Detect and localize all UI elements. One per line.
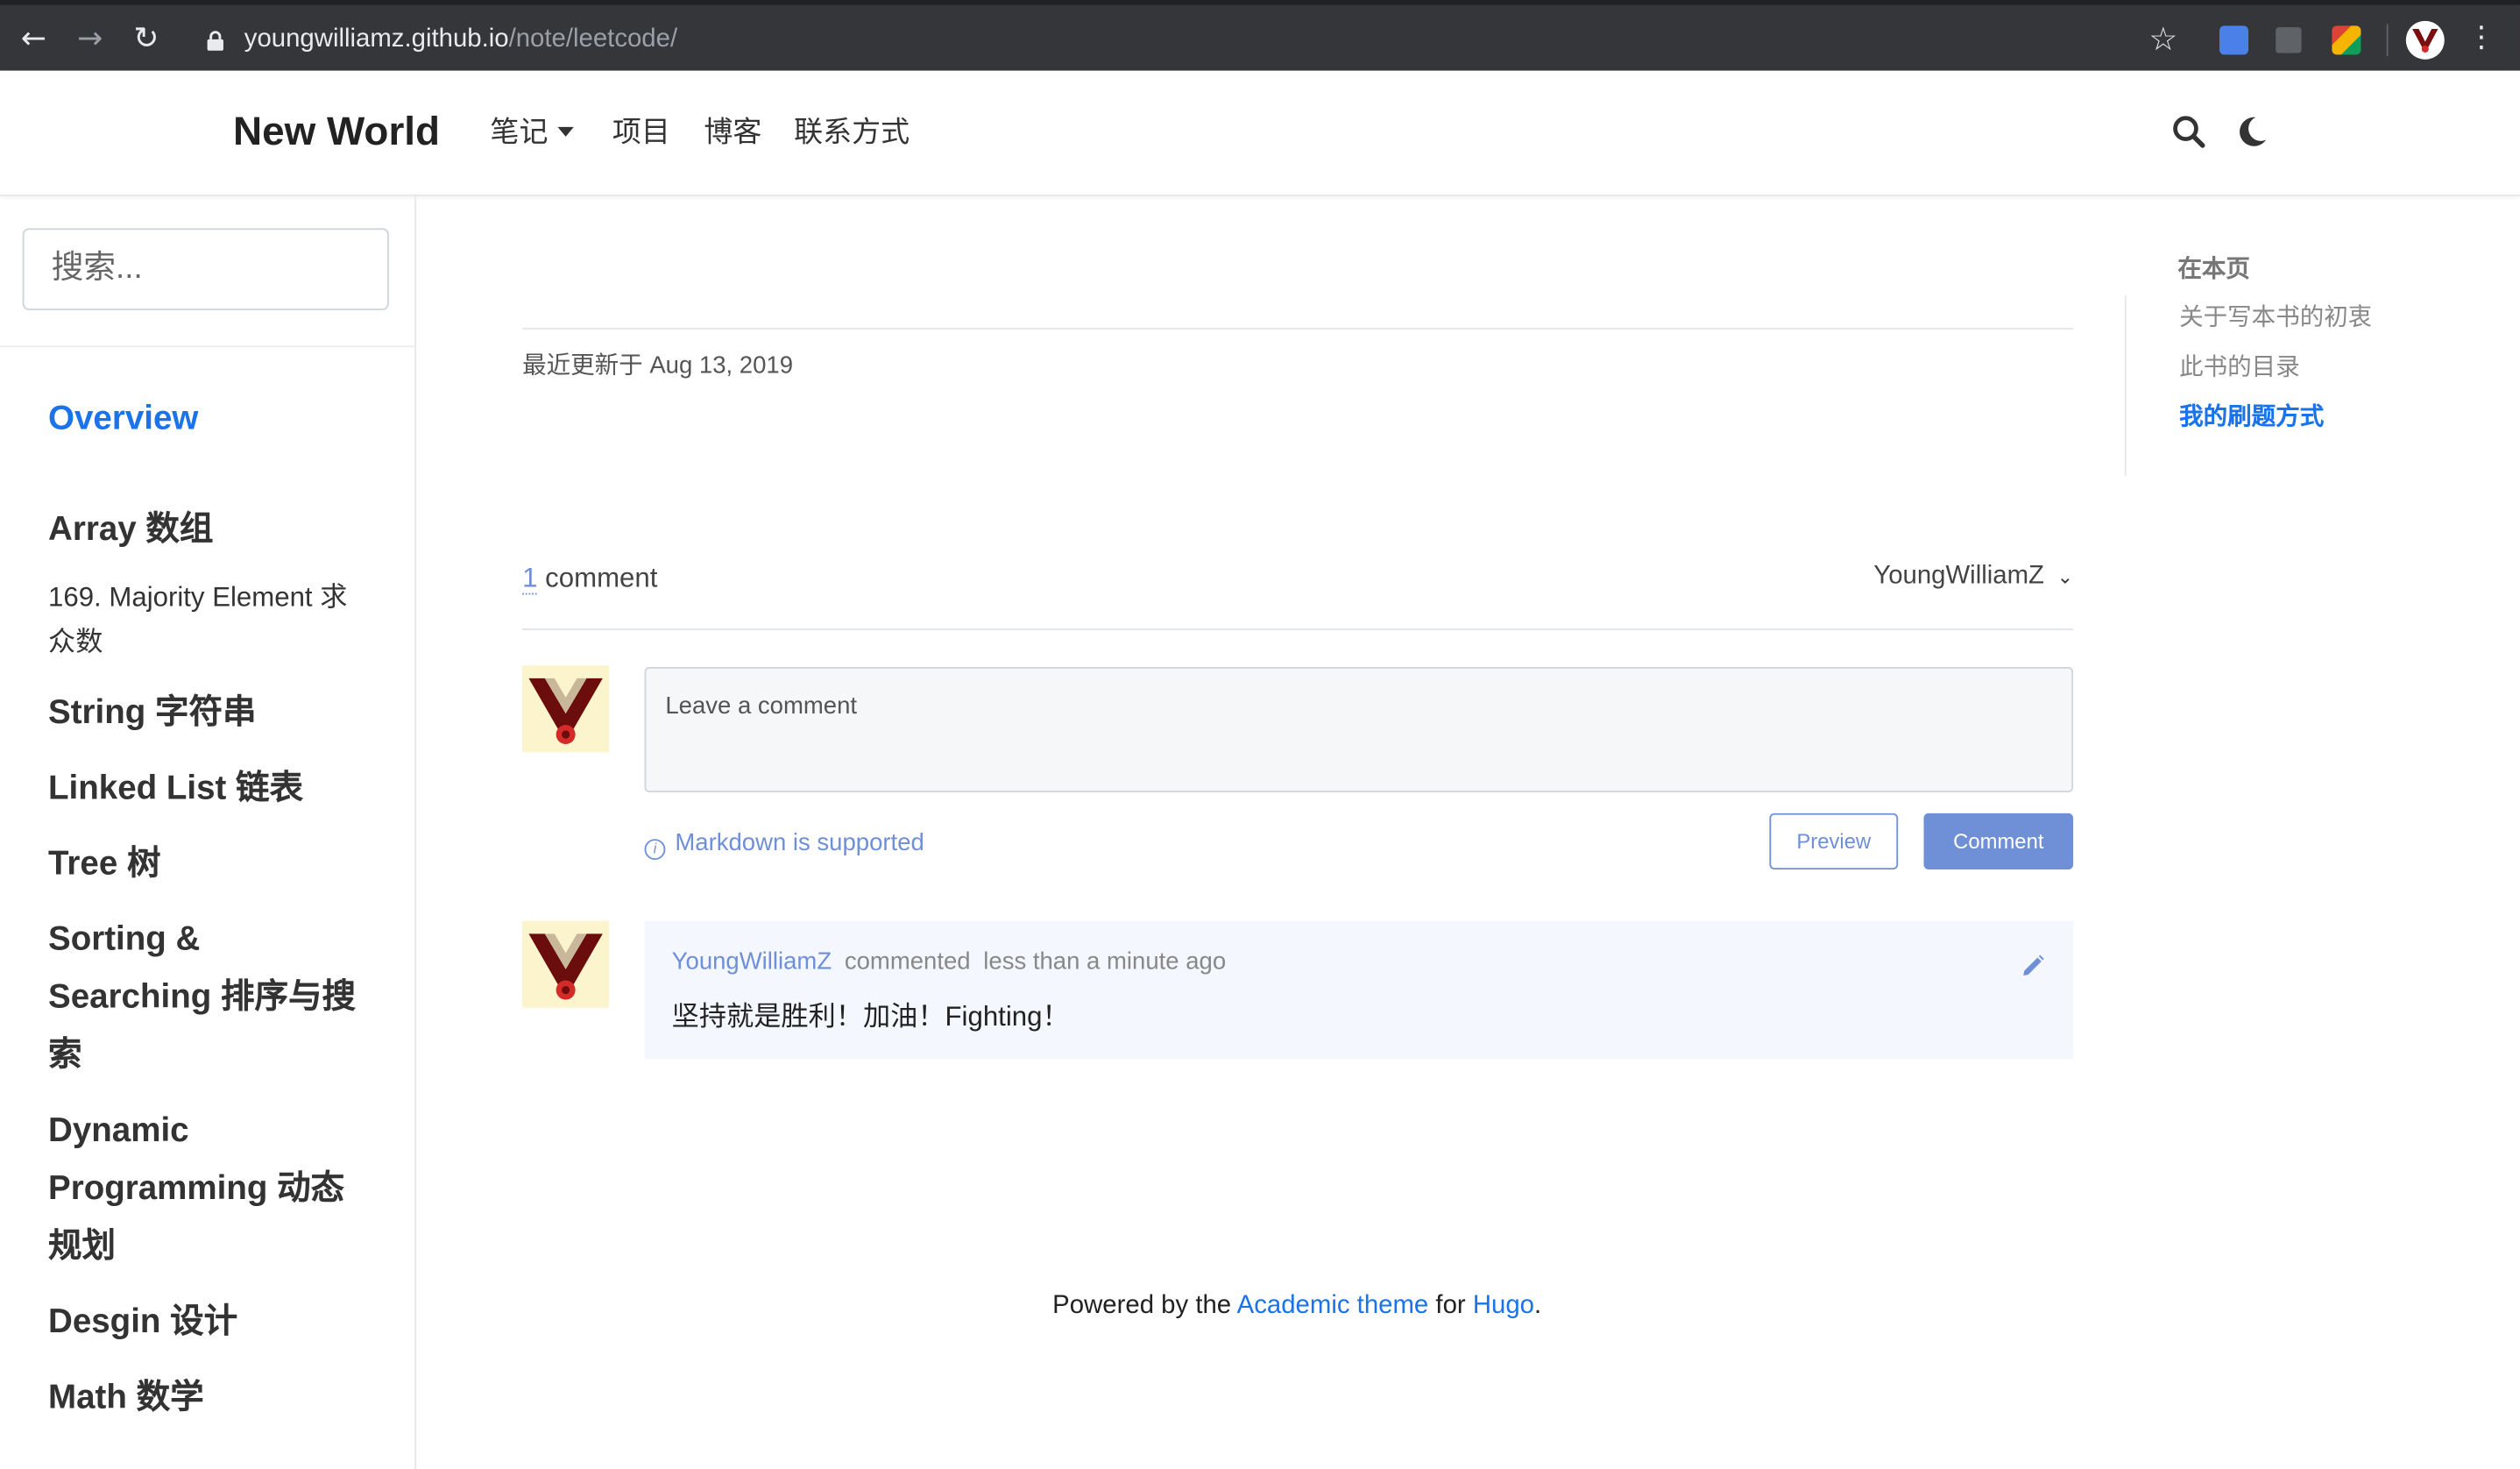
- footer-hugo-link[interactable]: Hugo: [1473, 1292, 1534, 1319]
- comment-textarea[interactable]: [645, 667, 2074, 792]
- footer-middle: for: [1435, 1292, 1465, 1319]
- nav-notes-dropdown[interactable]: 笔记: [490, 112, 573, 151]
- last-updated-text: 最近更新于 Aug 13, 2019: [522, 351, 793, 383]
- toc-item-motivation[interactable]: 关于写本书的初衷: [2179, 302, 2372, 335]
- profile-avatar-icon[interactable]: [2406, 21, 2445, 60]
- sidebar-item-label: Array 数组: [48, 501, 370, 559]
- reload-icon[interactable]: ↻: [127, 19, 166, 58]
- content-divider: [522, 328, 2073, 330]
- extension-icon[interactable]: [2276, 27, 2301, 53]
- markdown-supported-link[interactable]: i Markdown is supported: [645, 827, 924, 860]
- edit-pencil-icon[interactable]: [2021, 953, 2046, 978]
- sidebar-item-label: String 字符串: [48, 685, 370, 742]
- comment-count: 1 comment: [522, 559, 657, 598]
- comment-body: 坚持就是胜利！加油！Fighting！: [672, 1000, 1070, 1035]
- current-user-name: YoungWilliamZ: [1873, 563, 2044, 590]
- info-icon: i: [645, 839, 666, 860]
- markdown-note-label: Markdown is supported: [675, 829, 924, 856]
- sidebar-item-sorting-searching[interactable]: Sorting & Searching 排序与搜索: [48, 912, 370, 1085]
- comment-count-number[interactable]: 1: [522, 563, 537, 595]
- sidebar-item-string[interactable]: String 字符串: [48, 685, 370, 742]
- comment-count-label: comment: [545, 563, 657, 593]
- comment-timestamp: less than a minute ago: [983, 948, 1226, 976]
- preview-button[interactable]: Preview: [1769, 813, 1898, 869]
- nav-notes-label: 笔记: [490, 116, 548, 148]
- sidebar-item-label: Dynamic Programming 动态规划: [48, 1103, 370, 1276]
- comments-divider: [522, 628, 2073, 630]
- forward-arrow-icon[interactable]: →: [71, 19, 110, 58]
- search-icon[interactable]: [2170, 112, 2208, 151]
- sidebar-item-array[interactable]: Array 数组: [48, 501, 370, 559]
- site-navbar: New World 笔记 项目 博客 联系方式: [0, 71, 2520, 196]
- lock-icon: [206, 31, 225, 52]
- sidebar-item-tree[interactable]: Tree 树: [48, 836, 370, 894]
- toc-title: 在本页: [2177, 254, 2250, 287]
- toc-item-contents[interactable]: 此书的目录: [2179, 352, 2300, 385]
- footer-suffix: .: [1534, 1292, 1541, 1319]
- toolbar-divider: [2387, 25, 2389, 57]
- site-footer: Powered by the Academic theme for Hugo.: [0, 1289, 2520, 1324]
- comment-author[interactable]: YoungWilliamZ: [672, 948, 832, 976]
- url-host: youngwilliamz.github.io: [244, 25, 509, 53]
- caret-down-icon: [557, 127, 573, 137]
- sidebar-item-label: Sorting & Searching 排序与搜索: [48, 912, 370, 1085]
- url-path: /note/leetcode/: [509, 25, 678, 53]
- browser-menu-icon[interactable]: ⋮: [2462, 19, 2501, 58]
- nav-blog[interactable]: 博客: [704, 112, 761, 151]
- footer-academic-theme-link[interactable]: Academic theme: [1237, 1292, 1429, 1319]
- address-bar[interactable]: youngwilliamz.github.io/note/leetcode/: [244, 25, 677, 57]
- toc-border: [2125, 295, 2127, 475]
- comment-action: commented: [845, 948, 971, 976]
- sidebar-subitem-majority-element[interactable]: 169. Majority Element 求众数: [48, 575, 370, 665]
- back-arrow-icon[interactable]: ←: [15, 19, 53, 58]
- docs-sidebar: Overview Array 数组 169. Majority Element …: [0, 195, 416, 1469]
- nav-projects[interactable]: 项目: [612, 112, 670, 151]
- toc-item-method[interactable]: 我的刷题方式: [2179, 401, 2324, 434]
- chrome-extension-icon[interactable]: [2332, 25, 2361, 54]
- bookmark-star-icon[interactable]: ☆: [2144, 19, 2183, 58]
- sidebar-item-label: Overview: [48, 391, 370, 449]
- comment-submit-button[interactable]: Comment: [1924, 813, 2074, 869]
- nav-contact[interactable]: 联系方式: [794, 112, 910, 151]
- user-menu[interactable]: YoungWilliamZ ⌄: [1873, 559, 2073, 594]
- translate-extension-icon[interactable]: [2219, 25, 2248, 54]
- sidebar-item-dynamic-programming[interactable]: Dynamic Programming 动态规划: [48, 1103, 370, 1276]
- chevron-down-icon: ⌄: [2057, 559, 2073, 594]
- browser-toolbar: ← → ↻ youngwilliamz.github.io/note/leetc…: [0, 0, 2520, 71]
- comment-item: YoungWilliamZ commented less than a minute…: [645, 921, 2074, 1060]
- sidebar-item-label: Tree 树: [48, 836, 370, 894]
- sidebar-item-label: Math 数学: [48, 1369, 370, 1427]
- sidebar-item-label: Linked List 链表: [48, 760, 370, 818]
- comment-author-avatar[interactable]: [522, 921, 609, 1008]
- footer-prefix: Powered by the: [1052, 1292, 1231, 1319]
- sidebar-search-input[interactable]: [23, 228, 389, 310]
- moon-icon[interactable]: [2233, 112, 2271, 151]
- site-brand[interactable]: New World: [233, 106, 440, 158]
- sidebar-item-linked-list[interactable]: Linked List 链表: [48, 760, 370, 818]
- sidebar-item-math[interactable]: Math 数学: [48, 1369, 370, 1427]
- sidebar-subitem-label: 169. Majority Element 求众数: [48, 575, 370, 665]
- comment-meta: YoungWilliamZ commented less than a minute…: [672, 947, 1226, 979]
- sidebar-item-overview[interactable]: Overview: [48, 391, 370, 449]
- current-user-avatar: [522, 665, 609, 752]
- sidebar-divider: [0, 345, 414, 347]
